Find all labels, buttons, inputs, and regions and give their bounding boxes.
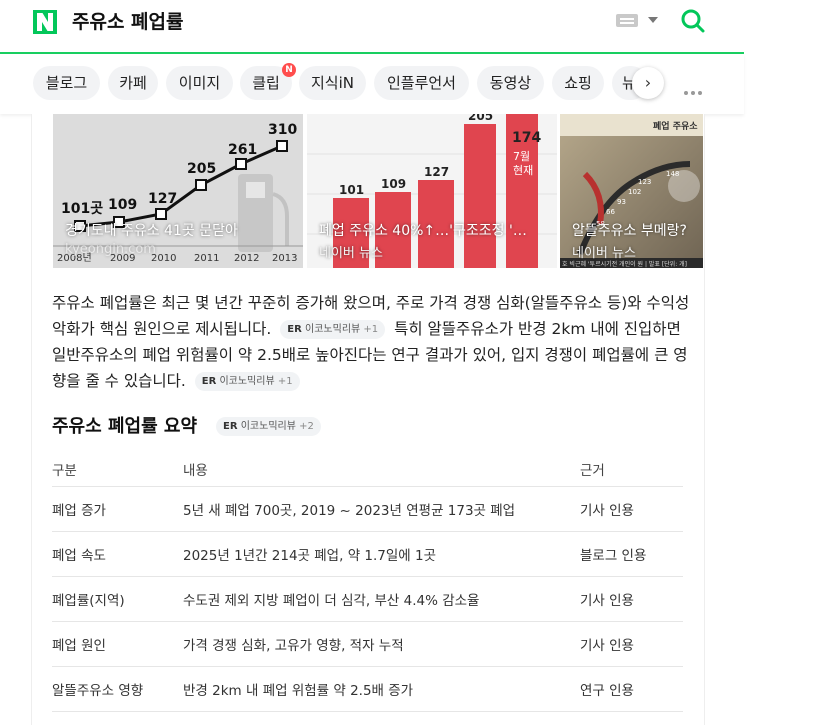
new-badge: N: [282, 63, 296, 77]
table-cell: 5년 새 폐업 700곳, 2019 ~ 2023년 연평균 173곳 폐업: [183, 486, 580, 532]
point-label: 310: [268, 122, 297, 138]
table-cell: 2025년 1년간 214곳 폐업, 약 1.7일에 1곳: [183, 531, 580, 577]
tab-video[interactable]: 동영상: [477, 66, 544, 100]
point-label: 261: [228, 142, 257, 158]
year-label: 2013: [272, 253, 297, 264]
table-row: 폐업 속도 2025년 1년간 214곳 폐업, 약 1.7일에 1곳 블로그 …: [52, 531, 683, 577]
chevron-right-icon[interactable]: ›: [632, 67, 664, 99]
point-label: 101곳: [61, 201, 103, 217]
bar-note: 현재: [513, 164, 533, 177]
table-cell: 가격 경쟁 심화, 고유가 영향, 적자 누적: [183, 621, 580, 667]
tab-image[interactable]: 이미지: [166, 66, 233, 100]
image-number: 66: [606, 208, 615, 216]
tab-cafe[interactable]: 카페: [108, 66, 158, 100]
image-number: 123: [638, 178, 651, 186]
table-row: 폐업 증가 5년 새 폐업 700곳, 2019 ~ 2023년 연평균 173…: [52, 486, 683, 532]
image-number: 93: [617, 198, 626, 206]
tab-kin[interactable]: 지식iN: [299, 66, 366, 100]
table-header-row: 구분 내용 근거: [52, 452, 683, 487]
bar-label: 127: [424, 165, 449, 179]
table-row: 알뜰주유소 영향 반경 2km 내 폐업 위험률 약 2.5배 증가 연구 인용: [52, 666, 683, 712]
bar-note: 7월: [513, 150, 530, 163]
image-source: 네이버 뉴스: [572, 246, 636, 261]
summary-title: 주유소 폐업률 요약: [52, 416, 198, 437]
bar-label: 205: [468, 114, 493, 123]
point-label: 205: [187, 161, 216, 177]
tab-blog[interactable]: 블로그: [33, 66, 100, 100]
table-cell: 반경 2km 내 폐업 위험률 약 2.5배 증가: [183, 666, 580, 712]
year-label: 2012: [234, 253, 259, 264]
bar-label: 109: [381, 177, 406, 191]
bar-label: 101: [339, 183, 364, 197]
table-cell: 폐업 증가: [52, 486, 183, 532]
source-chip[interactable]: ER 이코노믹리뷰 +2: [216, 417, 321, 436]
image-caption: 폐업 주유소 40%↑…'구조조정 '…: [319, 223, 527, 239]
tab-influencer[interactable]: 인플루언서: [374, 66, 469, 100]
table-row: 폐업률(지역) 수도권 제외 지방 폐업이 더 심각, 부산 4.4% 감소율 …: [52, 576, 683, 622]
column-header: 구분: [52, 452, 183, 487]
column-header: 근거: [580, 452, 683, 487]
image-number: 148: [666, 170, 679, 178]
point-label: 109: [108, 197, 137, 213]
image-source: 네이버 뉴스: [319, 246, 383, 261]
table-cell: 폐업 속도: [52, 531, 183, 577]
image-source: kyeongin.com: [65, 242, 156, 257]
table-cell: 기사 인용: [580, 576, 683, 622]
search-query[interactable]: 주유소 폐업률: [72, 7, 184, 34]
more-icon[interactable]: [684, 80, 705, 99]
table-cell: 연구 인용: [580, 666, 683, 712]
table-cell: 수도권 제외 지방 폐업이 더 심각, 부산 4.4% 감소율: [183, 576, 580, 622]
search-header: 주유소 폐업률: [0, 0, 744, 54]
naver-logo[interactable]: [33, 10, 57, 34]
image-ticker: 호 빅근혜 '투르시기전 개인이 원 | 발표 [단위: 개]: [562, 260, 687, 268]
answer-paragraph: 주유소 폐업률은 최근 몇 년간 꾸준히 증가해 왔으며, 주로 가격 경쟁 심…: [52, 290, 692, 394]
bar-label: 174: [512, 130, 541, 146]
table-cell: 알뜰주유소 영향: [52, 666, 183, 712]
table-cell: 기사 인용: [580, 486, 683, 532]
source-chip[interactable]: ER 이코노믹리뷰 +1: [194, 372, 300, 391]
year-label: 2011: [194, 253, 219, 264]
table-cell: 폐업 원인: [52, 621, 183, 667]
image-thumb-3[interactable]: 폐업 주유소 58 66 93 102 123 148 호 빅근혜 '투르시기전…: [560, 114, 703, 268]
table-row: 폐업 원인 가격 경쟁 심화, 고유가 영향, 적자 누적 기사 인용: [52, 621, 683, 667]
image-thumb-1[interactable]: 101곳 109 127 205 261 310 2008년 2009 2010…: [53, 114, 303, 268]
table-cell: 폐업률(지역): [52, 576, 183, 622]
image-caption: 경기도내 주유소 41곳 문닫아: [65, 223, 238, 239]
source-chip[interactable]: ER 이코노믹리뷰 +1: [280, 320, 386, 339]
image-thumb-2[interactable]: 101 109 127 205 174 7월 현재 폐업 주유소 40%↑…'구…: [307, 114, 557, 268]
column-header: 내용: [183, 452, 580, 487]
search-icon[interactable]: [680, 8, 706, 34]
table-cell: 블로그 인용: [580, 531, 683, 577]
image-number: 102: [628, 188, 641, 196]
summary-table: 구분 내용 근거 폐업 증가 5년 새 폐업 700곳, 2019 ~ 2023…: [52, 452, 683, 712]
image-banner: 폐업 주유소: [653, 120, 698, 132]
keyboard-icon[interactable]: [616, 14, 638, 27]
chevron-down-icon[interactable]: [648, 17, 658, 23]
tab-shopping[interactable]: 쇼핑: [552, 66, 604, 100]
image-caption: 알뜰주유소 부메랑?: [572, 223, 687, 239]
point-label: 127: [148, 191, 177, 207]
table-cell: 기사 인용: [580, 621, 683, 667]
